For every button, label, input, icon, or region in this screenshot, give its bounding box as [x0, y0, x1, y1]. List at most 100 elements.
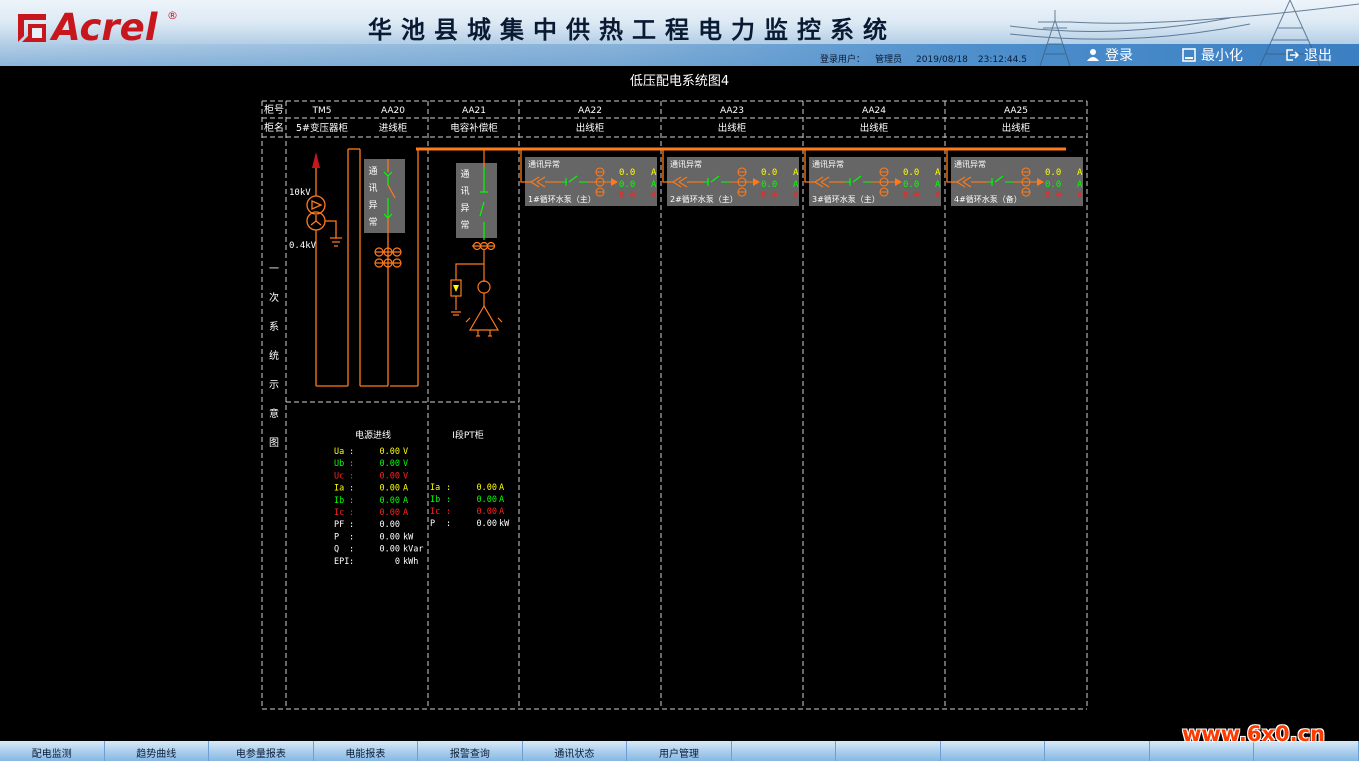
incoming-measure-title: 电源进线	[355, 429, 391, 441]
nav-item-0[interactable]: 配电监测	[0, 741, 105, 761]
comm-alarm-char: 讯	[460, 186, 469, 197]
incoming-sep: :	[349, 508, 354, 518]
nav-item-7	[732, 741, 837, 761]
pt-sep: :	[446, 495, 451, 505]
incoming-sep: :	[349, 520, 354, 530]
feeder-current-v3: 0.0	[1045, 191, 1061, 201]
feeder-3[interactable]: 通讯异常 3#循环水泵（主） 0.0 A 0.0 A 0.0 A	[804, 149, 941, 206]
feeder-unit: A	[793, 191, 799, 201]
feeder-name: 1#循环水泵（主）	[528, 194, 596, 204]
side-label-char: 次	[269, 291, 279, 304]
feeder-current-v3: 0.0	[903, 191, 919, 201]
incoming-value: 0.00	[380, 459, 400, 469]
incoming-unit: kVar	[403, 545, 423, 555]
feeder-current-v1: 0.0	[903, 168, 919, 178]
feeder-unit: A	[1077, 168, 1083, 178]
incoming-unit: A	[403, 508, 408, 518]
side-label-char: 意	[269, 407, 279, 420]
incoming-unit: A	[403, 496, 408, 506]
comm-alarm-char: 通	[460, 169, 469, 180]
incoming-label: Ib	[334, 496, 344, 506]
pt-value: 0.00	[477, 519, 497, 529]
incoming-sep: :	[349, 471, 354, 481]
feeder-current-v3: 0.0	[761, 191, 777, 201]
nav-item-4[interactable]: 报警查询	[418, 741, 523, 761]
feeder-unit: A	[651, 180, 657, 190]
nav-item-1[interactable]: 趋势曲线	[105, 741, 210, 761]
row-label-cabinet-no: 柜号	[264, 103, 284, 116]
pt-sep: :	[446, 483, 451, 493]
feeder-current-v2: 0.0	[761, 180, 777, 190]
feeder-name: 3#循环水泵（主）	[812, 194, 880, 204]
pt-label: Ia	[430, 483, 440, 493]
pt-value: 0.00	[477, 507, 497, 517]
cabinet-id-3: AA22	[578, 106, 602, 116]
row-label-cabinet-name: 柜名	[264, 121, 284, 134]
feeder-unit: A	[1077, 180, 1083, 190]
feeder-name: 4#循环水泵（备）	[954, 194, 1022, 204]
incoming-unit: V	[403, 459, 408, 469]
feeder-alarm-text: 通讯异常	[528, 159, 560, 169]
feeder-current-v1: 0.0	[619, 168, 635, 178]
incoming-sep: :	[349, 557, 354, 567]
incoming-label: Uc	[334, 471, 344, 481]
bottom-nav: 配电监测 趋势曲线 电参量报表 电能报表 报警查询 通讯状态 用户管理	[0, 741, 1359, 761]
pt-unit: kW	[499, 519, 510, 529]
cabinet-id-1: AA20	[381, 106, 405, 116]
cabinet-name-6: 出线柜	[1002, 122, 1031, 134]
single-line-diagram: 柜号 柜名 TM55#变压器柜AA20进线柜AA21电容补偿柜AA22出线柜AA…	[261, 100, 1088, 710]
feeder-alarm-text: 通讯异常	[812, 159, 844, 169]
cabinet-id-6: AA25	[1004, 106, 1028, 116]
nav-item-5[interactable]: 通讯状态	[523, 741, 628, 761]
incoming-value: 0.00	[380, 545, 400, 555]
pt-sep: :	[446, 519, 451, 529]
feeder-current-v3: 0.0	[619, 191, 635, 201]
pt-label: Ic	[430, 507, 440, 517]
transformer-hv-label: 10kV	[289, 188, 311, 198]
incoming-value: 0.00	[380, 532, 400, 542]
incoming-sep: :	[349, 459, 354, 469]
side-label-char: 一	[269, 264, 279, 275]
feeder-unit: A	[935, 180, 941, 190]
pt-measure-title: I段PT柜	[452, 429, 484, 441]
incoming-value: 0.00	[380, 496, 400, 506]
feeder-name: 2#循环水泵（主）	[670, 194, 738, 204]
transformer-lv-label: 0.4kV	[289, 241, 317, 251]
pt-unit: A	[499, 495, 504, 505]
feeder-4[interactable]: 通讯异常 4#循环水泵（备） 0.0 A 0.0 A 0.0 A	[946, 149, 1083, 206]
cabinet-id-0: TM5	[312, 106, 332, 116]
feeder-current-v2: 0.0	[903, 180, 919, 190]
cabinet-id-5: AA24	[862, 106, 886, 116]
cabinet-name-3: 出线柜	[576, 122, 605, 134]
incoming-unit: V	[403, 447, 408, 457]
incoming-unit: A	[403, 484, 408, 494]
feeder-current-v1: 0.0	[761, 168, 777, 178]
incoming-sep: :	[349, 545, 354, 555]
incoming-value: 0.00	[380, 508, 400, 518]
feeder-unit: A	[935, 168, 941, 178]
incoming-sep: :	[349, 496, 354, 506]
cabinet-name-2: 电容补偿柜	[450, 122, 498, 134]
incoming-unit: V	[403, 471, 408, 481]
comm-alarm-char: 异	[368, 200, 377, 211]
incoming-label: EPI	[334, 557, 349, 567]
pt-sep: :	[446, 507, 451, 517]
comm-alarm-char: 异	[460, 203, 469, 214]
pt-value: 0.00	[477, 495, 497, 505]
feeder-1[interactable]: 通讯异常 1#循环水泵（主） 0.0 A 0.0 A 0.0 A	[520, 149, 657, 206]
incoming-value: 0.00	[380, 520, 400, 530]
feeder-current-v1: 0.0	[1045, 168, 1061, 178]
nav-item-2[interactable]: 电参量报表	[209, 741, 314, 761]
feeder-unit: A	[651, 191, 657, 201]
incoming-value: 0	[395, 557, 400, 567]
cabinet-name-1: 进线柜	[379, 122, 408, 134]
nav-item-6[interactable]: 用户管理	[627, 741, 732, 761]
cabinet-name-0: 5#变压器柜	[296, 122, 349, 134]
cabinet-name-4: 出线柜	[718, 122, 747, 134]
side-label-char: 图	[269, 437, 279, 449]
feeder-current-v2: 0.0	[1045, 180, 1061, 190]
nav-item-3[interactable]: 电能报表	[314, 741, 419, 761]
feeder-2[interactable]: 通讯异常 2#循环水泵（主） 0.0 A 0.0 A 0.0 A	[662, 149, 799, 206]
incoming-unit: kW	[403, 532, 414, 542]
pt-label: P	[430, 519, 435, 529]
